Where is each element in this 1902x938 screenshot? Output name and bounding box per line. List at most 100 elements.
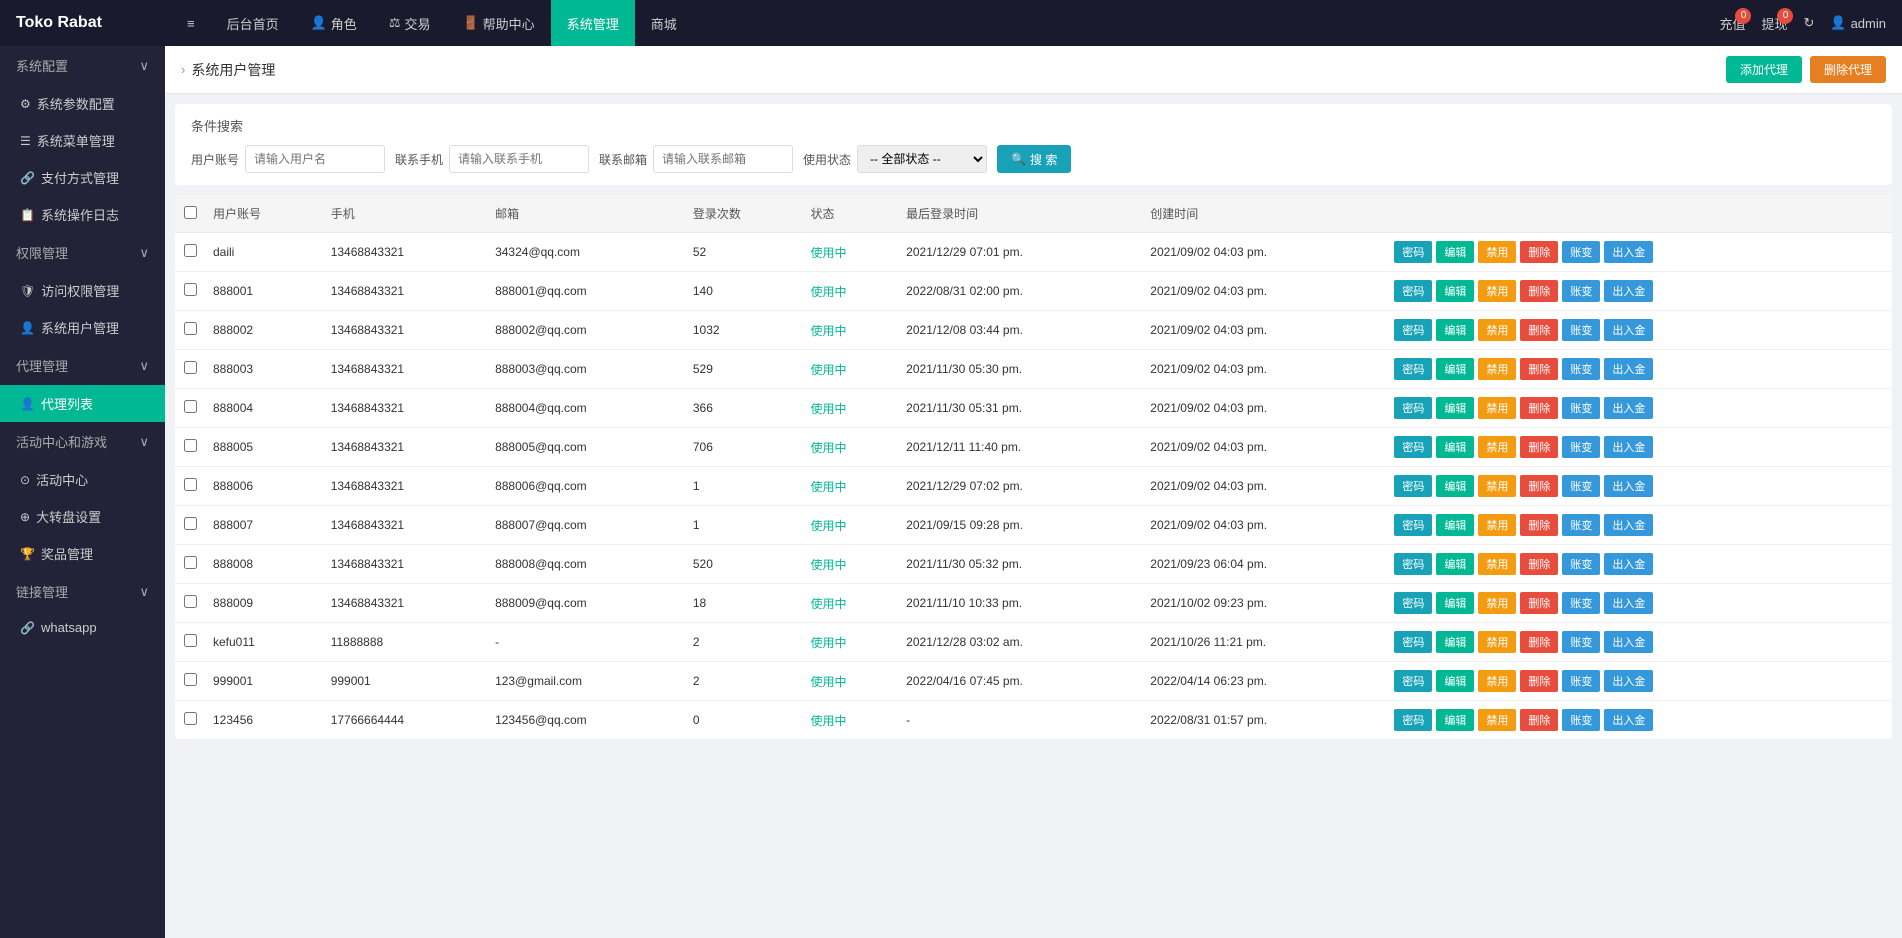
deposit-button[interactable]: 出入金 [1604,670,1653,692]
sidebar-header-activity[interactable]: 活动中心和游戏 ∨ [0,422,165,461]
password-button[interactable]: 密码 [1394,631,1432,653]
disable-button[interactable]: 禁用 [1478,709,1516,731]
sidebar-item-agent-list[interactable]: 👤 代理列表 [0,385,165,422]
nav-roles[interactable]: 👤角色 [295,0,373,46]
deposit-button[interactable]: 出入金 [1604,709,1653,731]
password-button[interactable]: 密码 [1394,514,1432,536]
nav-shop[interactable]: 商城 [635,0,693,46]
disable-button[interactable]: 禁用 [1478,475,1516,497]
nav-help[interactable]: 🚪帮助中心 [446,0,550,46]
nav-system[interactable]: 系统管理 [551,0,635,46]
admin-action[interactable]: 👤 admin [1830,15,1886,31]
edit-button[interactable]: 编辑 [1436,319,1474,341]
row-checkbox[interactable] [184,400,197,413]
nav-menu-toggle[interactable]: ≡ [171,0,211,46]
account-change-button[interactable]: 账变 [1562,319,1600,341]
deposit-button[interactable]: 出入金 [1604,280,1653,302]
deposit-button[interactable]: 出入金 [1604,241,1653,263]
password-button[interactable]: 密码 [1394,670,1432,692]
select-all-checkbox[interactable] [184,206,197,219]
recharge-action[interactable]: 充值 0 [1719,14,1745,33]
delete-button[interactable]: 删除 [1520,358,1558,380]
nav-trade[interactable]: ⚖交易 [373,0,447,46]
account-change-button[interactable]: 账变 [1562,709,1600,731]
password-button[interactable]: 密码 [1394,592,1432,614]
password-button[interactable]: 密码 [1394,397,1432,419]
password-button[interactable]: 密码 [1394,553,1432,575]
withdraw-action[interactable]: 提现 0 [1761,14,1787,33]
account-change-button[interactable]: 账变 [1562,475,1600,497]
edit-button[interactable]: 编辑 [1436,592,1474,614]
disable-button[interactable]: 禁用 [1478,631,1516,653]
account-change-button[interactable]: 账变 [1562,631,1600,653]
edit-button[interactable]: 编辑 [1436,241,1474,263]
edit-button[interactable]: 编辑 [1436,631,1474,653]
row-checkbox[interactable] [184,361,197,374]
sidebar-item-whatsapp[interactable]: 🔗 whatsapp [0,611,165,644]
edit-button[interactable]: 编辑 [1436,436,1474,458]
delete-button[interactable]: 删除 [1520,436,1558,458]
search-button[interactable]: 🔍 搜 索 [997,145,1071,173]
row-checkbox[interactable] [184,556,197,569]
deposit-button[interactable]: 出入金 [1604,475,1653,497]
sidebar-header-agent[interactable]: 代理管理 ∨ [0,346,165,385]
deposit-button[interactable]: 出入金 [1604,514,1653,536]
sidebar-item-access-control[interactable]: 🛡 访问权限管理 [0,272,165,309]
edit-button[interactable]: 编辑 [1436,709,1474,731]
row-checkbox[interactable] [184,322,197,335]
delete-button[interactable]: 删除 [1520,553,1558,575]
password-button[interactable]: 密码 [1394,358,1432,380]
nav-dashboard[interactable]: 后台首页 [211,0,295,46]
delete-button[interactable]: 删除 [1520,631,1558,653]
delete-button[interactable]: 删除 [1520,670,1558,692]
password-button[interactable]: 密码 [1394,709,1432,731]
disable-button[interactable]: 禁用 [1478,241,1516,263]
username-input[interactable] [245,145,385,173]
delete-agent-button[interactable]: 删除代理 [1810,56,1886,83]
row-checkbox[interactable] [184,283,197,296]
edit-button[interactable]: 编辑 [1436,553,1474,575]
delete-button[interactable]: 删除 [1520,709,1558,731]
deposit-button[interactable]: 出入金 [1604,592,1653,614]
sidebar-item-oplog[interactable]: 📋 系统操作日志 [0,196,165,233]
row-checkbox[interactable] [184,478,197,491]
edit-button[interactable]: 编辑 [1436,670,1474,692]
disable-button[interactable]: 禁用 [1478,553,1516,575]
delete-button[interactable]: 删除 [1520,319,1558,341]
disable-button[interactable]: 禁用 [1478,280,1516,302]
edit-button[interactable]: 编辑 [1436,280,1474,302]
edit-button[interactable]: 编辑 [1436,358,1474,380]
account-change-button[interactable]: 账变 [1562,436,1600,458]
account-change-button[interactable]: 账变 [1562,241,1600,263]
disable-button[interactable]: 禁用 [1478,397,1516,419]
sidebar-item-prizes[interactable]: 🏆 奖品管理 [0,535,165,572]
delete-button[interactable]: 删除 [1520,475,1558,497]
sidebar-item-system-params[interactable]: ⚙ 系统参数配置 [0,85,165,122]
edit-button[interactable]: 编辑 [1436,397,1474,419]
row-checkbox[interactable] [184,712,197,725]
add-agent-button[interactable]: 添加代理 [1726,56,1802,83]
sidebar-header-system-config[interactable]: 系统配置 ∨ [0,46,165,85]
account-change-button[interactable]: 账变 [1562,592,1600,614]
phone-input[interactable] [449,145,589,173]
password-button[interactable]: 密码 [1394,241,1432,263]
row-checkbox[interactable] [184,673,197,686]
disable-button[interactable]: 禁用 [1478,358,1516,380]
disable-button[interactable]: 禁用 [1478,592,1516,614]
edit-button[interactable]: 编辑 [1436,475,1474,497]
deposit-button[interactable]: 出入金 [1604,397,1653,419]
password-button[interactable]: 密码 [1394,475,1432,497]
password-button[interactable]: 密码 [1394,436,1432,458]
delete-button[interactable]: 删除 [1520,241,1558,263]
sidebar-item-payment[interactable]: 🔗 支付方式管理 [0,159,165,196]
account-change-button[interactable]: 账变 [1562,553,1600,575]
disable-button[interactable]: 禁用 [1478,670,1516,692]
email-input[interactable] [653,145,793,173]
row-checkbox[interactable] [184,595,197,608]
row-checkbox[interactable] [184,439,197,452]
password-button[interactable]: 密码 [1394,319,1432,341]
deposit-button[interactable]: 出入金 [1604,553,1653,575]
sidebar-item-spinner[interactable]: ⊕ 大转盘设置 [0,498,165,535]
status-select[interactable]: -- 全部状态 -- 使用中 已禁用 [857,145,987,173]
disable-button[interactable]: 禁用 [1478,514,1516,536]
